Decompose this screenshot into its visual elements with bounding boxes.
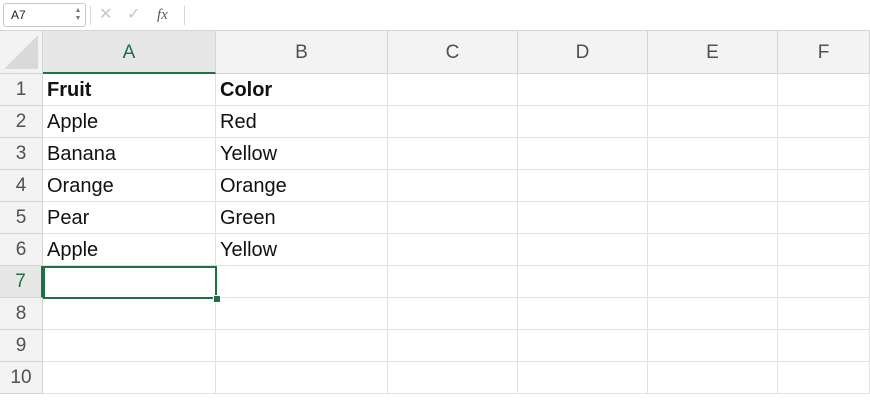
column-header-e[interactable]: E: [648, 31, 778, 74]
cell-f1[interactable]: [778, 74, 870, 106]
cell-e9[interactable]: [648, 330, 778, 362]
row-header-5[interactable]: 5: [0, 202, 43, 234]
cell-e7[interactable]: [648, 266, 778, 298]
cell-d4[interactable]: [518, 170, 648, 202]
column-header-f[interactable]: F: [778, 31, 870, 74]
cell-f10[interactable]: [778, 362, 870, 394]
select-all-button[interactable]: [0, 31, 43, 74]
cell-c8[interactable]: [388, 298, 518, 330]
column-header-b[interactable]: B: [216, 31, 388, 74]
column-header-c[interactable]: C: [388, 31, 518, 74]
name-box-spinner-icon[interactable]: ▲ ▼: [74, 7, 82, 23]
cell-b6[interactable]: Yellow: [216, 234, 388, 266]
cell-b4[interactable]: Orange: [216, 170, 388, 202]
cell-a4[interactable]: Orange: [43, 170, 216, 202]
cell-b2[interactable]: Red: [216, 106, 388, 138]
cell-e6[interactable]: [648, 234, 778, 266]
formula-bar-divider: [184, 6, 185, 25]
cell-f9[interactable]: [778, 330, 870, 362]
cell-b7[interactable]: [216, 266, 388, 298]
cell-b10[interactable]: [216, 362, 388, 394]
cell-f4[interactable]: [778, 170, 870, 202]
fill-handle[interactable]: [213, 295, 221, 303]
cell-c10[interactable]: [388, 362, 518, 394]
cell-c1[interactable]: [388, 74, 518, 106]
cell-a2[interactable]: Apple: [43, 106, 216, 138]
cell-f5[interactable]: [778, 202, 870, 234]
cell-e3[interactable]: [648, 138, 778, 170]
cell-f8[interactable]: [778, 298, 870, 330]
row-header-2[interactable]: 2: [0, 106, 43, 138]
check-icon[interactable]: ✓: [127, 5, 140, 25]
cell-e10[interactable]: [648, 362, 778, 394]
column-header-a[interactable]: A: [43, 31, 216, 74]
row-header-10[interactable]: 10: [0, 362, 43, 394]
cell-c7[interactable]: [388, 266, 518, 298]
cell-e8[interactable]: [648, 298, 778, 330]
row-header-6[interactable]: 6: [0, 234, 43, 266]
cell-b1[interactable]: Color: [216, 74, 388, 106]
cell-a10[interactable]: [43, 362, 216, 394]
cell-b8[interactable]: [216, 298, 388, 330]
cell-d9[interactable]: [518, 330, 648, 362]
cell-a7[interactable]: [43, 266, 216, 298]
cell-f3[interactable]: [778, 138, 870, 170]
row-header-1[interactable]: 1: [0, 74, 43, 106]
cell-b3[interactable]: Yellow: [216, 138, 388, 170]
name-box-value: A7: [11, 8, 26, 22]
cell-a5[interactable]: Pear: [43, 202, 216, 234]
cell-d10[interactable]: [518, 362, 648, 394]
cell-f6[interactable]: [778, 234, 870, 266]
cell-f2[interactable]: [778, 106, 870, 138]
cell-d5[interactable]: [518, 202, 648, 234]
formula-bar: A7 ▲ ▼ ✕ ✓ fx: [0, 0, 870, 31]
cell-a1[interactable]: Fruit: [43, 74, 216, 106]
row-header-4[interactable]: 4: [0, 170, 43, 202]
cell-c4[interactable]: [388, 170, 518, 202]
cell-a3[interactable]: Banana: [43, 138, 216, 170]
cell-d7[interactable]: [518, 266, 648, 298]
insert-function-icon[interactable]: fx: [157, 5, 168, 25]
cell-e5[interactable]: [648, 202, 778, 234]
row-header-9[interactable]: 9: [0, 330, 43, 362]
cell-d3[interactable]: [518, 138, 648, 170]
cell-e2[interactable]: [648, 106, 778, 138]
cell-b5[interactable]: Green: [216, 202, 388, 234]
cell-e1[interactable]: [648, 74, 778, 106]
select-all-triangle-icon: [4, 35, 38, 69]
cell-e4[interactable]: [648, 170, 778, 202]
cell-c5[interactable]: [388, 202, 518, 234]
close-icon[interactable]: ✕: [99, 5, 112, 25]
cell-c3[interactable]: [388, 138, 518, 170]
cell-a9[interactable]: [43, 330, 216, 362]
name-box[interactable]: A7 ▲ ▼: [3, 3, 86, 27]
cell-a6[interactable]: Apple: [43, 234, 216, 266]
cell-f7[interactable]: [778, 266, 870, 298]
cell-d6[interactable]: [518, 234, 648, 266]
row-header-7[interactable]: 7: [0, 266, 43, 298]
cell-b9[interactable]: [216, 330, 388, 362]
cell-d2[interactable]: [518, 106, 648, 138]
cell-a8[interactable]: [43, 298, 216, 330]
row-header-8[interactable]: 8: [0, 298, 43, 330]
column-header-d[interactable]: D: [518, 31, 648, 74]
formula-input[interactable]: [190, 4, 860, 26]
row-header-3[interactable]: 3: [0, 138, 43, 170]
cell-c6[interactable]: [388, 234, 518, 266]
cell-d1[interactable]: [518, 74, 648, 106]
cell-c2[interactable]: [388, 106, 518, 138]
cell-c9[interactable]: [388, 330, 518, 362]
formula-bar-divider: [90, 6, 91, 25]
cell-d8[interactable]: [518, 298, 648, 330]
